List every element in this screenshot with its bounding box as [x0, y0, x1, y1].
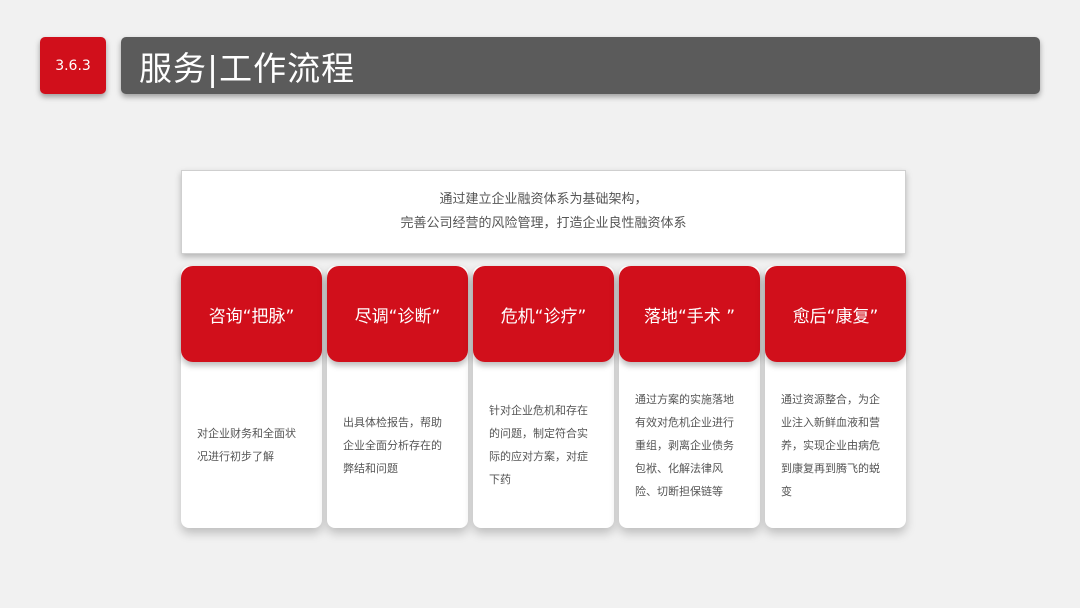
title-bar: 服务|工作流程 [121, 37, 1040, 94]
step-description: 对企业财务和全面状况进行初步了解 [181, 362, 322, 528]
step-description: 出具体检报告，帮助企业全面分析存在的弊结和问题 [327, 362, 468, 528]
step-description: 通过资源整合，为企业注入新鲜血液和营养，实现企业由病危到康复再到腾飞的蜕变 [765, 362, 906, 528]
step-card-treat: 危机“诊疗” 针对企业危机和存在的问题，制定符合实际的应对方案，对症下药 [473, 266, 614, 528]
step-title: 尽调“诊断” [327, 266, 468, 362]
section-number: 3.6.3 [55, 57, 91, 74]
step-description-text: 通过资源整合，为企业注入新鲜血液和营养，实现企业由病危到康复再到腾飞的蜕变 [781, 392, 880, 498]
step-card-operate: 落地“手术 ” 通过方案的实施落地有效对危机企业进行重组，剥离企业债务包袱、化解… [619, 266, 760, 528]
process-steps: 咨询“把脉” 对企业财务和全面状况进行初步了解 尽调“诊断” 出具体检报告，帮助… [181, 266, 907, 528]
step-description-text: 针对企业危机和存在的问题，制定符合实际的应对方案，对症下药 [489, 404, 588, 486]
page-title: 服务|工作流程 [139, 48, 356, 88]
intro-line-1: 通过建立企业融资体系为基础架构， [439, 192, 648, 207]
step-title: 愈后“康复” [765, 266, 906, 362]
step-title: 落地“手术 ” [619, 266, 760, 362]
step-description: 针对企业危机和存在的问题，制定符合实际的应对方案，对症下药 [473, 362, 614, 528]
intro-box: 通过建立企业融资体系为基础架构， 完善公司经营的风险管理，打造企业良性融资体系 [181, 170, 906, 254]
step-description: 通过方案的实施落地有效对危机企业进行重组，剥离企业债务包袱、化解法律风险、切断担… [619, 362, 760, 528]
step-description-text: 出具体检报告，帮助企业全面分析存在的弊结和问题 [343, 415, 442, 475]
section-number-badge: 3.6.3 [40, 37, 106, 94]
step-description-text: 通过方案的实施落地有效对危机企业进行重组，剥离企业债务包袱、化解法律风险、切断担… [635, 392, 734, 498]
step-card-diagnose: 尽调“诊断” 出具体检报告，帮助企业全面分析存在的弊结和问题 [327, 266, 468, 528]
intro-line-2: 完善公司经营的风险管理，打造企业良性融资体系 [400, 216, 687, 231]
step-description-text: 对企业财务和全面状况进行初步了解 [197, 427, 296, 463]
step-title: 危机“诊疗” [473, 266, 614, 362]
step-title: 咨询“把脉” [181, 266, 322, 362]
step-card-consult: 咨询“把脉” 对企业财务和全面状况进行初步了解 [181, 266, 322, 528]
step-card-recover: 愈后“康复” 通过资源整合，为企业注入新鲜血液和营养，实现企业由病危到康复再到腾… [765, 266, 906, 528]
